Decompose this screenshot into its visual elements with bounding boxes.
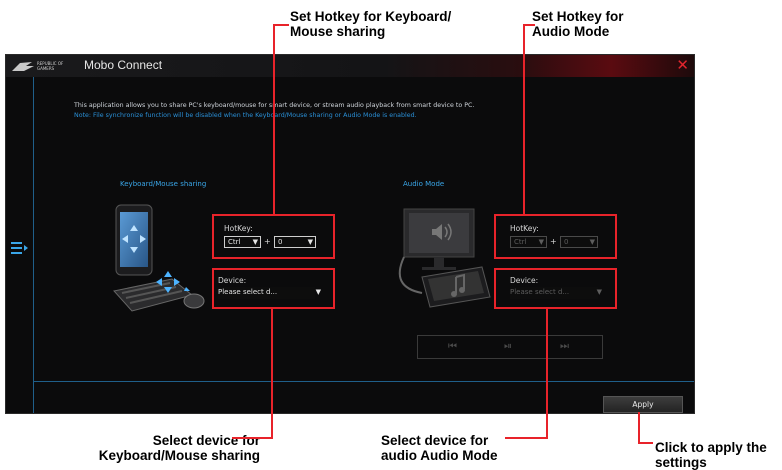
kb-hotkey-key-value: 0 bbox=[278, 238, 283, 246]
chevron-down-icon: ▼ bbox=[252, 238, 258, 246]
audio-hotkey-plus: + bbox=[550, 237, 557, 246]
audio-playback-controls: ⏮ ⏯ ⏭ bbox=[417, 335, 603, 359]
footer-divider bbox=[34, 381, 694, 382]
kb-hotkey-key-select[interactable]: 0 ▼ bbox=[274, 236, 316, 248]
leader-apply-h bbox=[638, 442, 653, 444]
close-icon[interactable]: ✕ bbox=[676, 56, 689, 74]
audio-mode-illustration bbox=[398, 208, 491, 308]
callout-kb-hotkey: Set Hotkey for Keyboard/ Mouse sharing bbox=[290, 9, 452, 39]
mobo-connect-window: REPUBLIC OF GAMERS Mobo Connect ✕ This a… bbox=[5, 54, 695, 414]
kb-device-value: Please select d... bbox=[218, 288, 278, 296]
kb-hotkey-modifier-select[interactable]: Ctrl ▼ bbox=[224, 236, 261, 248]
callout-apply: Click to apply the settings bbox=[655, 440, 767, 470]
audio-device-value: Please select d... bbox=[510, 288, 570, 296]
chevron-down-icon: ▼ bbox=[315, 288, 321, 296]
leader-kb-hotkey-h bbox=[273, 24, 289, 26]
rog-logo: REPUBLIC OF GAMERS bbox=[12, 61, 64, 71]
title-bar: REPUBLIC OF GAMERS Mobo Connect ✕ bbox=[6, 55, 694, 77]
kb-hotkey-box: HotKey: Ctrl ▼ + 0 ▼ bbox=[212, 214, 335, 259]
keyboard-section-title: Keyboard/Mouse sharing bbox=[120, 180, 207, 188]
sync-note: Note: File synchronize function will be … bbox=[74, 112, 417, 119]
audio-hotkey-modifier-select[interactable]: Ctrl ▼ bbox=[510, 236, 547, 248]
leader-audio-device-v bbox=[546, 307, 548, 438]
sidebar-divider bbox=[33, 77, 34, 413]
audio-hotkey-modifier-value: Ctrl bbox=[514, 238, 527, 246]
callout-kb-device: Select device for Keyboard/Mouse sharing bbox=[98, 433, 260, 463]
audio-device-select[interactable]: Please select d... ▼ bbox=[510, 287, 602, 299]
menu-expand-icon[interactable] bbox=[11, 241, 29, 255]
audio-section-title: Audio Mode bbox=[403, 180, 445, 188]
next-track-icon[interactable]: ⏭ bbox=[560, 341, 569, 352]
kb-hotkey-modifier-value: Ctrl bbox=[228, 238, 241, 246]
audio-device-label: Device: bbox=[510, 276, 539, 285]
window-title: Mobo Connect bbox=[84, 58, 163, 72]
kb-device-box: Device: Please select d... ▼ bbox=[212, 268, 335, 309]
logo-text-2: GAMERS bbox=[37, 66, 55, 71]
callout-audio-device: Select device for audio Audio Mode bbox=[381, 433, 498, 463]
keyboard-mouse-illustration bbox=[113, 204, 205, 312]
apply-button[interactable]: Apply bbox=[603, 396, 683, 413]
audio-hotkey-box: HotKey: Ctrl ▼ + 0 ▼ bbox=[494, 214, 617, 259]
kb-hotkey-label: HotKey: bbox=[224, 224, 253, 233]
kb-hotkey-plus: + bbox=[264, 237, 271, 246]
leader-audio-hotkey-v bbox=[523, 24, 525, 214]
chevron-down-icon: ▼ bbox=[538, 238, 544, 246]
audio-hotkey-key-select[interactable]: 0 ▼ bbox=[560, 236, 598, 248]
leader-kb-device-h bbox=[232, 437, 273, 439]
previous-track-icon[interactable]: ⏮ bbox=[448, 341, 457, 352]
audio-hotkey-label: HotKey: bbox=[510, 224, 539, 233]
chevron-down-icon: ▼ bbox=[596, 288, 602, 296]
audio-device-box: Device: Please select d... ▼ bbox=[494, 268, 617, 309]
leader-audio-device-h bbox=[505, 437, 548, 439]
play-pause-icon[interactable]: ⏯ bbox=[504, 341, 512, 352]
chevron-down-icon: ▼ bbox=[307, 238, 313, 246]
leader-apply-v bbox=[638, 412, 640, 444]
audio-hotkey-key-value: 0 bbox=[564, 238, 569, 246]
kb-device-label: Device: bbox=[218, 276, 247, 285]
kb-device-select[interactable]: Please select d... ▼ bbox=[218, 287, 321, 299]
chevron-down-icon: ▼ bbox=[589, 238, 595, 246]
callout-audio-hotkey: Set Hotkey for Audio Mode bbox=[532, 9, 624, 39]
leader-kb-hotkey-v bbox=[273, 24, 275, 214]
leader-kb-device-v bbox=[271, 307, 273, 438]
